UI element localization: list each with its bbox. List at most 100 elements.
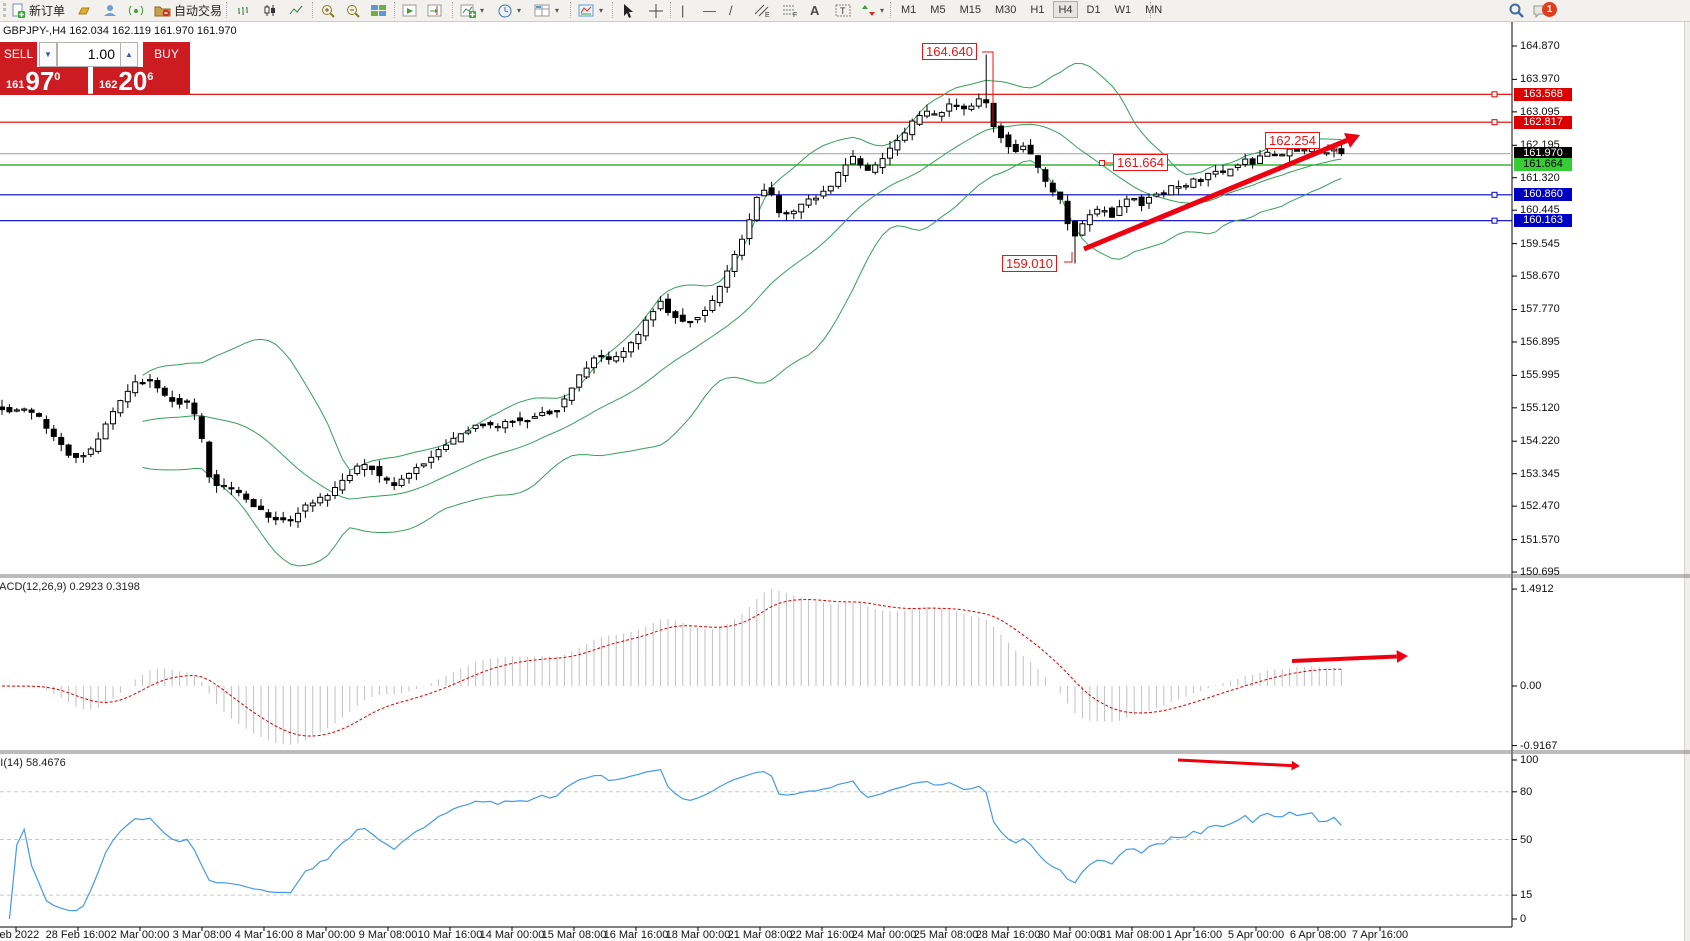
candle — [0, 407, 5, 410]
templates-button[interactable]: ▾ — [534, 1, 559, 20]
candle — [954, 105, 959, 106]
y-axis-tick: 157.770 — [1520, 303, 1560, 315]
volume-down-button[interactable]: ▼ — [39, 42, 57, 67]
line-chart-button[interactable] — [288, 1, 304, 20]
indicators-button[interactable]: ▾ — [460, 1, 484, 20]
line-chart-icon — [288, 3, 304, 18]
candle — [1095, 209, 1100, 214]
fibonacci-tool[interactable]: F — [781, 1, 799, 20]
candle — [1154, 194, 1159, 196]
buy-button[interactable]: BUY — [143, 42, 190, 67]
text-tool[interactable]: A — [810, 1, 819, 20]
timeframe-w1[interactable]: W1 — [1110, 1, 1137, 18]
candle — [518, 418, 523, 421]
toolbar-separator — [452, 2, 453, 18]
candle — [984, 100, 989, 103]
hline-handle[interactable] — [1492, 218, 1497, 223]
horizontal-line-tool[interactable]: — — [703, 1, 716, 20]
sell-price-big: 97 — [25, 68, 54, 94]
bar-chart-icon — [236, 3, 252, 18]
candle — [81, 456, 86, 457]
toolbar-separator — [394, 2, 395, 18]
candlestick-chart-button[interactable] — [262, 1, 278, 20]
y-axis-tick: 163.970 — [1520, 73, 1560, 85]
candle — [843, 165, 848, 175]
timeframe-m5[interactable]: M5 — [925, 1, 950, 18]
signals-button[interactable] — [128, 1, 144, 20]
price-annotation-164.640[interactable]: 164.640 — [922, 43, 977, 60]
trend-arrow[interactable] — [1178, 760, 1292, 766]
candle — [1302, 150, 1307, 151]
candle — [525, 420, 530, 421]
chart-canvas[interactable] — [0, 0, 1690, 941]
timeframe-m15[interactable]: M15 — [955, 1, 986, 18]
candle — [614, 357, 619, 361]
arrows-caret: ▾ — [880, 6, 884, 15]
candle — [806, 199, 811, 205]
periods-button[interactable]: ▾ — [497, 1, 521, 20]
sell-button[interactable]: SELL — [0, 42, 37, 67]
price-annotation-162.254[interactable]: 162.254 — [1265, 132, 1320, 149]
macd-indicator-label: MACD(12,26,9) 0.2923 0.3198 — [0, 581, 140, 593]
vertical-line-tool[interactable]: | — [681, 1, 684, 20]
zoom-in-button[interactable] — [320, 1, 336, 20]
candle — [1043, 170, 1048, 182]
crosshair-tool[interactable] — [648, 1, 664, 20]
auto-scroll-button[interactable] — [402, 1, 418, 20]
buy-price-display[interactable]: 162 20 6 — [93, 67, 190, 95]
arrows-tool[interactable]: ▾ — [861, 1, 884, 20]
timeframe-h1[interactable]: H1 — [1025, 1, 1049, 18]
price-annotation-159.010[interactable]: 159.010 — [1002, 255, 1057, 272]
hline-handle[interactable] — [1492, 92, 1497, 97]
new-order-button[interactable]: 新订单 — [11, 1, 65, 20]
candle — [1147, 197, 1152, 203]
templates-caret: ▾ — [555, 6, 559, 15]
candle — [1117, 207, 1122, 216]
timeframe-mn[interactable]: MN — [1140, 1, 1167, 18]
notification-badge[interactable]: 1 — [1542, 2, 1557, 17]
price-annotation-161.664[interactable]: 161.664 — [1113, 154, 1168, 171]
tile-windows-button[interactable] — [370, 1, 387, 20]
gold-button[interactable] — [76, 1, 92, 20]
autotrade-button[interactable]: 自动交易 — [154, 1, 222, 20]
chart-styles-button[interactable]: ▾ — [578, 1, 603, 20]
zoom-out-button[interactable] — [345, 1, 361, 20]
signal-icon — [128, 3, 144, 18]
toolbar-grip[interactable] — [3, 3, 9, 17]
candle — [444, 445, 449, 449]
chart-shift-button[interactable] — [427, 1, 443, 20]
text-label-tool[interactable]: T — [835, 1, 851, 20]
candle — [710, 301, 715, 311]
x-axis-date-label: 5 Apr 00:00 — [1228, 929, 1284, 941]
candle — [362, 465, 367, 470]
templates-icon — [534, 3, 551, 18]
chart-styles-icon — [578, 3, 595, 18]
trend-arrow[interactable] — [1292, 656, 1397, 661]
candle — [466, 431, 471, 433]
timeframe-d1[interactable]: D1 — [1082, 1, 1106, 18]
hline-handle[interactable] — [1492, 192, 1497, 197]
toolbar-separator — [226, 2, 227, 18]
candle — [577, 375, 582, 387]
candle — [740, 239, 745, 255]
crosshair-icon — [648, 3, 664, 19]
candle — [1102, 211, 1107, 212]
y-axis-tick: 158.670 — [1520, 270, 1560, 282]
timeframe-m30[interactable]: M30 — [990, 1, 1021, 18]
x-axis-date-label: Feb 2022 — [0, 929, 39, 941]
hline-handle[interactable] — [1492, 120, 1497, 125]
timeframe-h4[interactable]: H4 — [1053, 1, 1077, 18]
candle — [540, 413, 545, 416]
trendline-tool[interactable]: / — [729, 1, 733, 20]
volume-input[interactable]: 1.00 — [57, 42, 121, 67]
volume-up-button[interactable]: ▲ — [120, 42, 138, 67]
candle — [140, 383, 145, 384]
search-button[interactable] — [1508, 1, 1525, 20]
equidistant-channel-tool[interactable]: E — [753, 1, 771, 20]
timeframe-m1[interactable]: M1 — [896, 1, 921, 18]
cursor-tool[interactable] — [621, 1, 635, 20]
sell-price-display[interactable]: 161 97 0 — [0, 67, 88, 95]
candle — [1221, 171, 1226, 172]
community-button[interactable] — [102, 1, 118, 20]
bar-chart-button[interactable] — [236, 1, 252, 20]
